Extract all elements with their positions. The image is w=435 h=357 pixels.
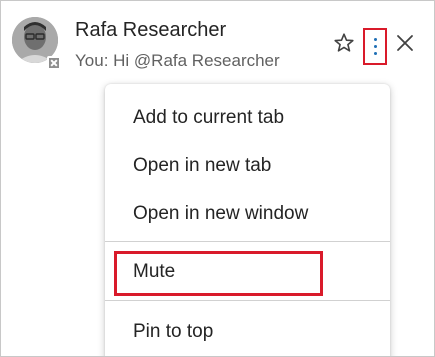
- star-icon[interactable]: [332, 31, 356, 55]
- presence-offline-icon: [47, 56, 61, 70]
- more-options-icon: [374, 38, 377, 41]
- more-options-icon-dot: [374, 52, 377, 55]
- conversation-header: Rafa Researcher You: Hi @Rafa Researcher: [1, 1, 434, 81]
- menu-divider: [105, 241, 390, 242]
- menu-item-mute[interactable]: Mute: [105, 249, 390, 297]
- menu-item-pin-to-top[interactable]: Pin to top: [105, 309, 390, 356]
- close-icon[interactable]: [394, 32, 416, 54]
- menu-item-label: Open in new tab: [133, 155, 272, 176]
- chat-popup: Rafa Researcher You: Hi @Rafa Researcher…: [0, 0, 435, 357]
- menu-item-open-in-new-window[interactable]: Open in new window: [105, 191, 390, 239]
- menu-item-label: Add to current tab: [133, 107, 285, 128]
- more-options-icon-dot: [374, 45, 377, 48]
- contact-name: Rafa Researcher: [75, 19, 227, 41]
- more-options-button[interactable]: [363, 28, 387, 65]
- menu-divider: [105, 300, 390, 301]
- menu-item-open-in-new-tab[interactable]: Open in new tab: [105, 143, 390, 191]
- last-message-preview: You: Hi @Rafa Researcher: [75, 51, 280, 70]
- menu-item-add-to-current-tab[interactable]: Add to current tab: [105, 95, 390, 143]
- context-menu: Add to current tab Open in new tab Open …: [105, 84, 390, 356]
- menu-item-label: Open in new window: [133, 203, 309, 224]
- menu-item-label: Pin to top: [133, 321, 214, 342]
- menu-item-label: Mute: [133, 261, 176, 282]
